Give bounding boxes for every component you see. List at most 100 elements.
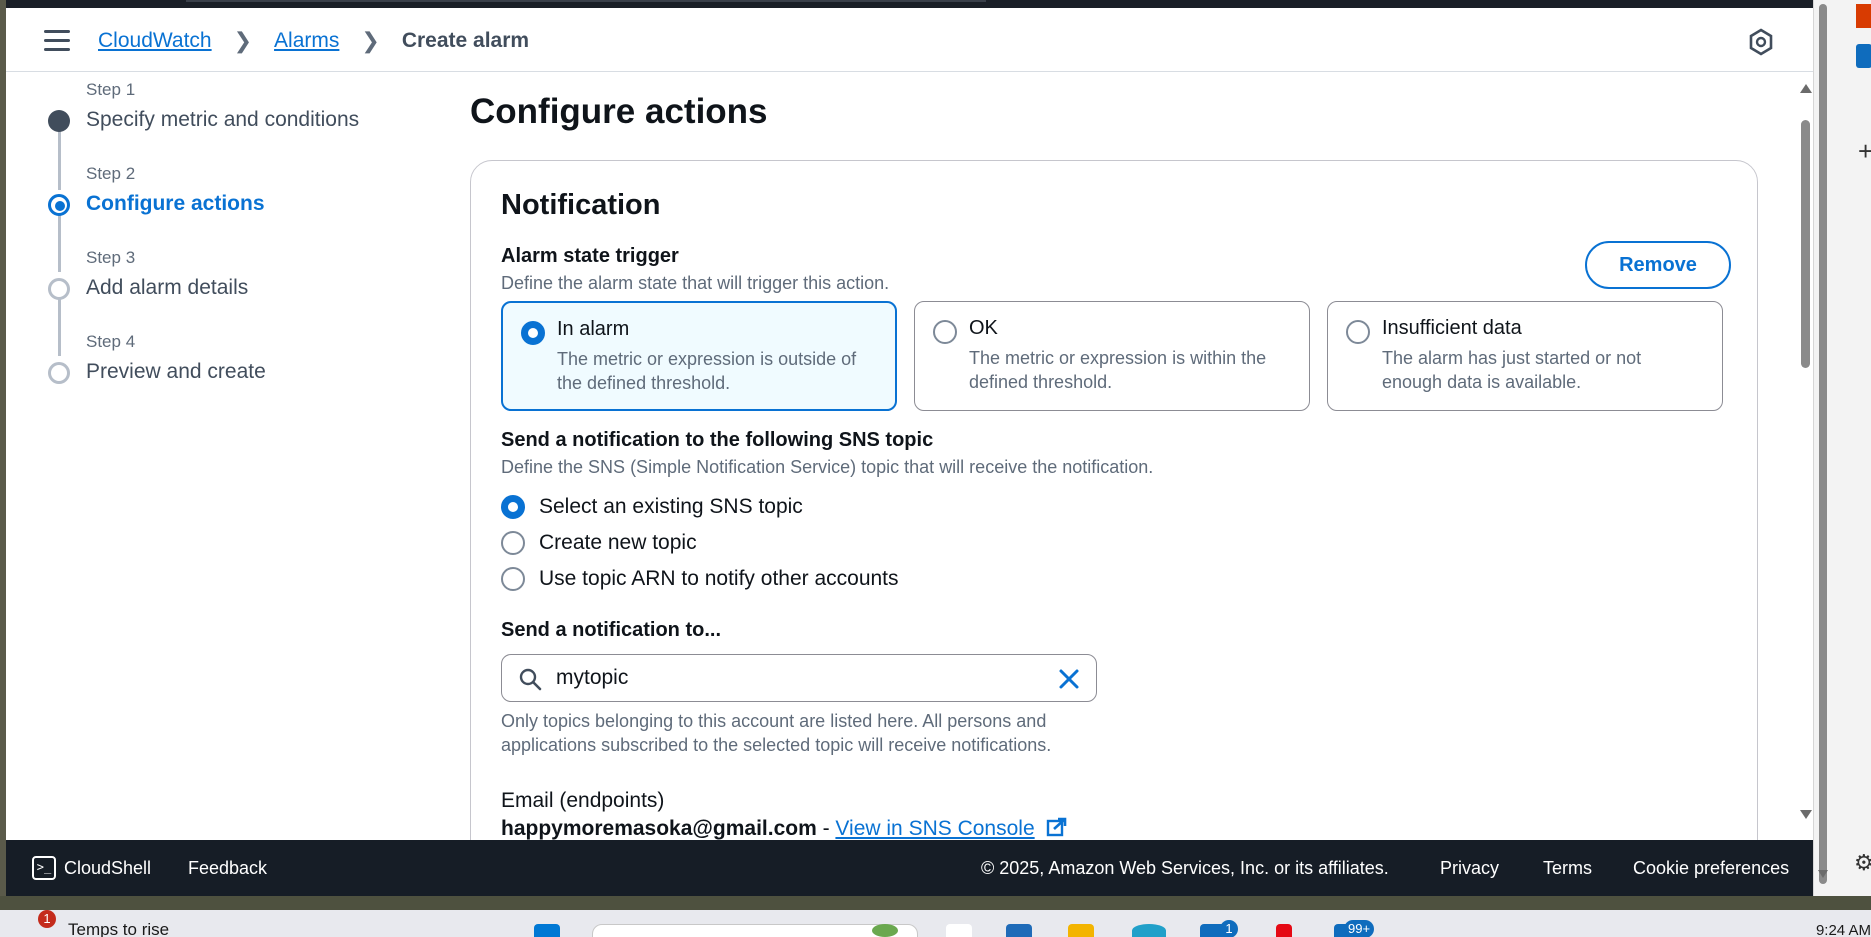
- tile-title: Insufficient data: [1382, 317, 1522, 339]
- store-badge: 99+: [1344, 920, 1375, 937]
- step-label: Configure actions: [86, 192, 265, 215]
- step-todo-indicator: [48, 362, 70, 384]
- topic-help-text: Only topics belonging to this account ar…: [501, 711, 1052, 755]
- step-label: Add alarm details: [86, 276, 249, 299]
- add-icon[interactable]: +: [1858, 136, 1871, 167]
- radio-unselected[interactable]: [1346, 320, 1370, 344]
- cloudshell-link[interactable]: CloudShell: [64, 858, 151, 879]
- taskbar-search-box[interactable]: [592, 924, 918, 937]
- breadcrumb: CloudWatch ❯ Alarms ❯ Create alarm: [98, 28, 529, 54]
- breadcrumb-cloudwatch[interactable]: CloudWatch: [98, 29, 212, 53]
- page-title: Configure actions: [470, 92, 768, 131]
- tile-title: OK: [969, 317, 998, 339]
- browser-scroll-thumb[interactable]: [1819, 4, 1827, 884]
- radio-selected[interactable]: [501, 495, 525, 519]
- tile-in-alarm[interactable]: In alarm The metric or expression is out…: [501, 301, 897, 411]
- tile-insufficient-data[interactable]: Insufficient data The alarm has just sta…: [1327, 301, 1723, 411]
- privacy-link[interactable]: Privacy: [1440, 858, 1499, 879]
- office-icon[interactable]: [1856, 4, 1871, 28]
- radio-new-topic[interactable]: Create new topic: [501, 525, 899, 561]
- step-number: Step 2: [86, 164, 136, 183]
- sns-topic-label: Send a notification to the following SNS…: [501, 429, 934, 451]
- radio-unselected[interactable]: [501, 531, 525, 555]
- remove-button[interactable]: Remove: [1585, 241, 1731, 289]
- top-navigation: CloudWatch ❯ Alarms ❯ Create alarm: [6, 8, 1813, 72]
- weather-badge: 1: [38, 910, 56, 928]
- cookie-preferences-link[interactable]: Cookie preferences: [1633, 858, 1789, 879]
- menu-icon[interactable]: [44, 30, 70, 52]
- radio-selected[interactable]: [521, 321, 545, 345]
- step-todo-indicator: [48, 278, 70, 300]
- radio-label: Create new topic: [539, 531, 697, 554]
- edge-icon[interactable]: [1132, 924, 1166, 937]
- windows-taskbar: 1 Temps to rise 1 99+ 9:24 AM: [0, 910, 1871, 937]
- radio-unselected[interactable]: [933, 320, 957, 344]
- sns-topic-desc: Define the SNS (Simple Notification Serv…: [501, 457, 1154, 477]
- view-in-sns-console-link[interactable]: View in SNS Console: [835, 817, 1034, 840]
- gear-icon[interactable]: ⚙: [1854, 850, 1871, 876]
- file-icon[interactable]: [946, 924, 972, 937]
- cloudshell-icon[interactable]: >_: [32, 856, 56, 880]
- console-footer: >_ CloudShell Feedback © 2025, Amazon We…: [6, 840, 1813, 896]
- feedback-link[interactable]: Feedback: [188, 858, 267, 879]
- mail-badge: 1: [1220, 920, 1238, 937]
- step-label: Preview and create: [86, 360, 266, 383]
- search-value[interactable]: mytopic: [556, 666, 628, 690]
- close-icon[interactable]: [1056, 666, 1082, 692]
- scroll-down-arrow-icon[interactable]: [1818, 870, 1828, 878]
- step-done-indicator: [48, 110, 70, 132]
- browser-top-strip: [6, 0, 1813, 8]
- search-icon: [519, 668, 542, 691]
- terms-link[interactable]: Terms: [1543, 858, 1592, 879]
- radio-unselected[interactable]: [501, 567, 525, 591]
- scroll-down-arrow-icon[interactable]: [1800, 810, 1812, 819]
- notification-title: Notification: [501, 189, 661, 221]
- step-label: Specify metric and conditions: [86, 108, 360, 131]
- wizard-steps: Step 1 Specify metric and conditions Ste…: [6, 72, 446, 832]
- notification-card: Notification Alarm state trigger Define …: [470, 160, 1758, 896]
- tile-title: In alarm: [557, 318, 630, 340]
- outlook-icon[interactable]: [1856, 44, 1871, 68]
- endpoints-label: Email (endpoints): [501, 789, 665, 812]
- azure-icon[interactable]: [1006, 924, 1032, 937]
- topic-search-input[interactable]: mytopic: [501, 654, 1097, 702]
- radio-topic-arn[interactable]: Use topic ARN to notify other accounts: [501, 561, 899, 597]
- tile-desc: The alarm has just started or not enough…: [1382, 348, 1642, 392]
- console-window: CloudWatch ❯ Alarms ❯ Create alarm Step …: [6, 0, 1813, 896]
- step-connector: [58, 122, 61, 190]
- netflix-icon[interactable]: [1276, 924, 1292, 937]
- taskbar-clock[interactable]: 9:24 AM: [1816, 922, 1871, 937]
- step-active-indicator: [48, 194, 70, 216]
- breadcrumb-current: Create alarm: [401, 29, 530, 52]
- copyright-text: © 2025, Amazon Web Services, Inc. or its…: [981, 858, 1389, 878]
- send-to-label: Send a notification to...: [501, 619, 721, 641]
- endpoint-separator: -: [816, 817, 836, 840]
- endpoint-row: happymoremasoka@gmail.com - View in SNS …: [501, 817, 1068, 841]
- alarm-state-trigger-desc: Define the alarm state that will trigger…: [501, 273, 890, 293]
- radio-label: Use topic ARN to notify other accounts: [539, 567, 899, 590]
- copilot-icon[interactable]: [872, 924, 898, 937]
- alarm-state-trigger-label: Alarm state trigger: [501, 245, 679, 267]
- page-scrollbar[interactable]: [1798, 72, 1813, 842]
- breadcrumb-alarms[interactable]: Alarms: [274, 29, 339, 53]
- settings-hexagon-icon[interactable]: [1747, 28, 1775, 56]
- radio-label: Select an existing SNS topic: [539, 495, 803, 518]
- scroll-up-arrow-icon[interactable]: [1800, 84, 1812, 93]
- tile-desc: The metric or expression is within the d…: [969, 348, 1267, 392]
- chevron-right-icon: ❯: [233, 28, 253, 53]
- browser-scrollbar[interactable]: [1815, 0, 1831, 896]
- weather-widget[interactable]: Temps to rise: [68, 920, 169, 937]
- endpoint-email: happymoremasoka@gmail.com: [501, 817, 817, 840]
- step-number: Step 3: [86, 248, 136, 267]
- chevron-right-icon: ❯: [361, 28, 380, 53]
- sns-topic-radio-group: Select an existing SNS topic Create new …: [501, 489, 899, 597]
- alarm-state-tiles: In alarm The metric or expression is out…: [501, 301, 1731, 411]
- start-icon[interactable]: [534, 924, 560, 937]
- folder-icon[interactable]: [1068, 924, 1094, 937]
- radio-existing-topic[interactable]: Select an existing SNS topic: [501, 489, 899, 525]
- desktop-wallpaper: [0, 896, 1871, 910]
- scroll-thumb[interactable]: [1801, 120, 1810, 368]
- tile-ok[interactable]: OK The metric or expression is within th…: [914, 301, 1310, 411]
- external-link-icon[interactable]: [1046, 817, 1068, 837]
- tile-desc: The metric or expression is outside of t…: [557, 349, 857, 393]
